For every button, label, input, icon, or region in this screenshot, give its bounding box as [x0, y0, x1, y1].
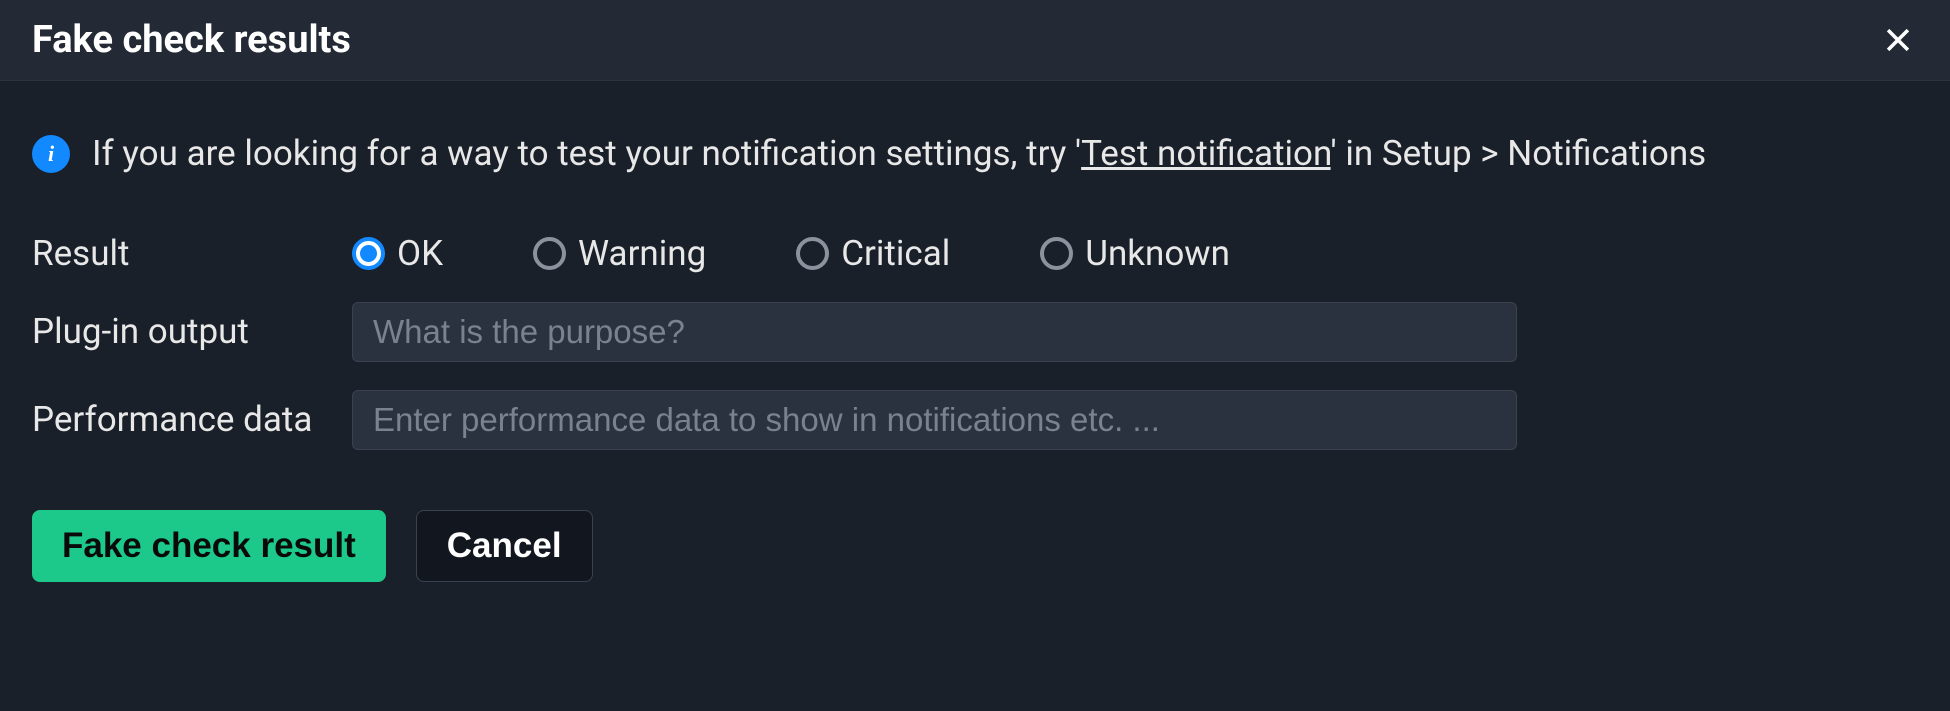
radio-warning[interactable]: Warning [533, 233, 706, 274]
fake-check-results-dialog: Fake check results i If you are looking … [0, 0, 1950, 711]
radio-warning-label: Warning [578, 233, 706, 274]
performance-data-input[interactable] [352, 390, 1517, 450]
close-icon [1881, 23, 1915, 57]
cancel-button[interactable]: Cancel [416, 510, 593, 582]
button-row: Fake check result Cancel [32, 510, 1918, 582]
radio-ok-label: OK [397, 233, 443, 274]
radio-indicator [796, 237, 829, 270]
dialog-header: Fake check results [0, 0, 1950, 81]
radio-critical[interactable]: Critical [796, 233, 950, 274]
info-icon: i [32, 135, 70, 173]
radio-indicator [352, 237, 385, 270]
radio-unknown[interactable]: Unknown [1040, 233, 1230, 274]
plugin-output-input[interactable] [352, 302, 1517, 362]
radio-indicator [1040, 237, 1073, 270]
radio-unknown-label: Unknown [1085, 233, 1230, 274]
info-banner: i If you are looking for a way to test y… [32, 131, 1918, 177]
test-notification-link[interactable]: Test notification [1081, 133, 1330, 174]
form-grid: Result OK Warning Critical Unknown [32, 233, 1918, 450]
info-text: If you are looking for a way to test you… [92, 131, 1706, 177]
info-prefix: If you are looking for a way to test you… [92, 133, 1081, 174]
plugin-output-label: Plug-in output [32, 311, 352, 352]
dialog-title: Fake check results [32, 18, 351, 62]
radio-indicator [533, 237, 566, 270]
close-button[interactable] [1878, 20, 1918, 60]
info-suffix: ' in Setup > Notifications [1331, 133, 1707, 174]
dialog-body: i If you are looking for a way to test y… [0, 81, 1950, 612]
radio-ok[interactable]: OK [352, 233, 443, 274]
performance-data-label: Performance data [32, 399, 352, 440]
result-radio-group: OK Warning Critical Unknown [352, 233, 1918, 274]
result-label: Result [32, 233, 352, 274]
radio-critical-label: Critical [841, 233, 950, 274]
submit-button[interactable]: Fake check result [32, 510, 386, 582]
